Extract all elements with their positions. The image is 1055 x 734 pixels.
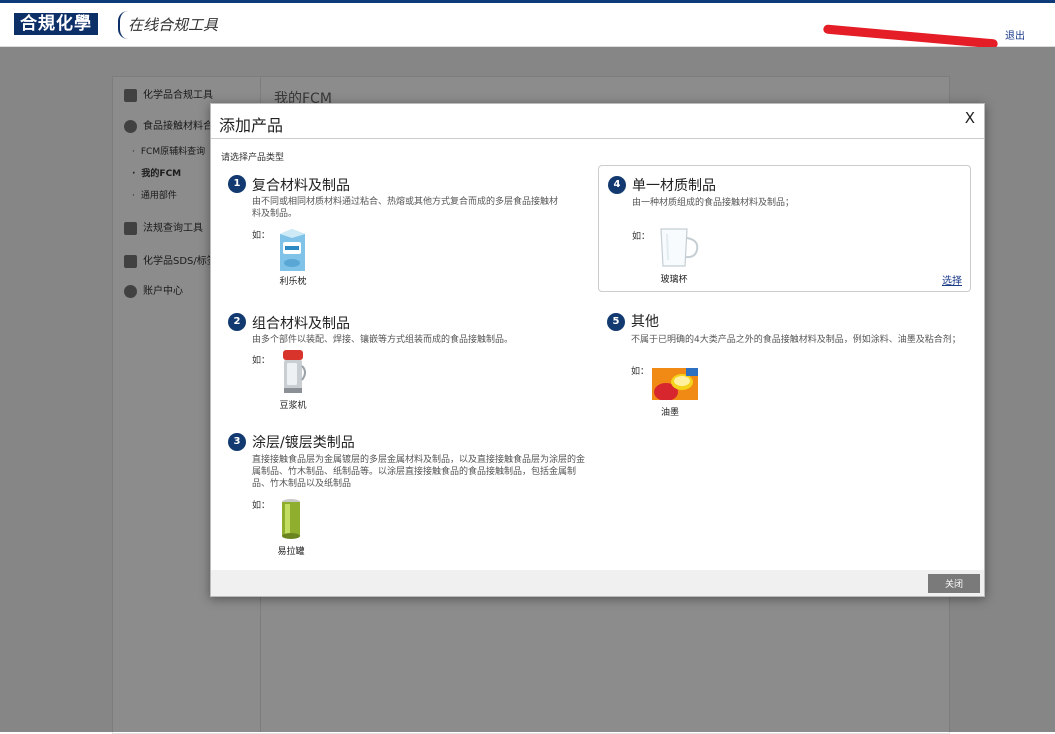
user-area: 退出: [822, 23, 1025, 49]
milk-carton-icon: [280, 229, 305, 271]
product-type-title: 其他: [631, 314, 659, 330]
close-icon[interactable]: X: [965, 109, 975, 127]
example-name: 油墨: [660, 408, 679, 418]
modal-footer: 关闭: [211, 570, 984, 596]
add-product-modal: 添加产品 X 请选择产品类型 1 复合材料及制品 由不同或相同材质材料通过粘合、…: [210, 103, 985, 597]
product-type-other[interactable]: 5 其他 不属于已明确的4大类产品之外的食品接触材料及制品，例如涂料、油墨及粘合…: [598, 310, 969, 420]
modal-hint: 请选择产品类型: [221, 153, 285, 163]
can-icon: [282, 499, 300, 539]
example-prefix: 如：: [252, 501, 271, 511]
close-button[interactable]: 关闭: [928, 574, 980, 593]
example-prefix: 如：: [631, 367, 650, 377]
product-type-composite[interactable]: 1 复合材料及制品 由不同或相同材质材料通过粘合、热熔或其他方式复合而成的多层食…: [223, 172, 593, 292]
modal-title: 添加产品: [219, 116, 284, 135]
glass-cup-icon: [660, 228, 699, 267]
redaction-mark: [822, 23, 998, 49]
example-name: 豆浆机: [279, 401, 307, 411]
modal-divider: [211, 138, 984, 139]
product-type-title: 复合材料及制品: [252, 178, 350, 194]
site-header: 合規化學 在线合规工具 退出: [0, 3, 1055, 49]
ink-icon: [652, 368, 698, 400]
soymilk-maker-icon: [283, 350, 306, 393]
product-type-assembly[interactable]: 2 组合材料及制品 由多个部件以装配、焊接、镶嵌等方式组装而成的食品接触制品。 …: [223, 310, 593, 411]
example-prefix: 如：: [252, 356, 271, 366]
example-name: 利乐枕: [279, 277, 307, 287]
product-type-title: 涂层/镀层类制品: [252, 435, 355, 451]
product-type-coating[interactable]: 3 涂层/镀层类制品 直接接触食品层为金属镀层的多层金属材料及制品，以及直接接触…: [223, 430, 593, 560]
select-link[interactable]: 选择: [942, 272, 962, 287]
product-type-desc: 不属于已明确的4大类产品之外的食品接触材料及制品，例如涂料、油墨及粘合剂；: [631, 335, 961, 345]
example-name: 玻璃杯: [660, 275, 688, 285]
product-type-title: 单一材质制品: [632, 178, 716, 194]
step-number: 2: [228, 313, 246, 331]
step-number: 3: [228, 433, 246, 451]
logout-link[interactable]: 退出: [1005, 31, 1025, 42]
logo-subtitle: 在线合规工具: [118, 11, 218, 39]
product-type-desc: 直接接触食品层为金属镀层的多层金属材料及制品，以及直接接触食品层为涂层的金属制品…: [252, 455, 586, 489]
product-type-single-material[interactable]: 4 单一材质制品 由一种材质组成的食品接触材料及制品； 如： 玻璃杯 选择: [598, 165, 971, 292]
product-type-desc: 由一种材质组成的食品接触材料及制品；: [632, 198, 795, 208]
step-number: 5: [607, 313, 625, 331]
step-number: 4: [608, 176, 626, 194]
example-prefix: 如：: [632, 232, 651, 242]
product-type-desc: 由不同或相同材质材料通过粘合、热熔或其他方式复合而成的多层食品接触材料及制品。: [252, 197, 559, 219]
example-name: 易拉罐: [277, 547, 305, 557]
product-type-desc: 由多个部件以装配、焊接、镶嵌等方式组装而成的食品接触制品。: [252, 335, 514, 345]
product-type-title: 组合材料及制品: [252, 316, 350, 332]
step-number: 1: [228, 175, 246, 193]
example-prefix: 如：: [252, 231, 271, 241]
logo[interactable]: 合規化學: [14, 13, 98, 35]
